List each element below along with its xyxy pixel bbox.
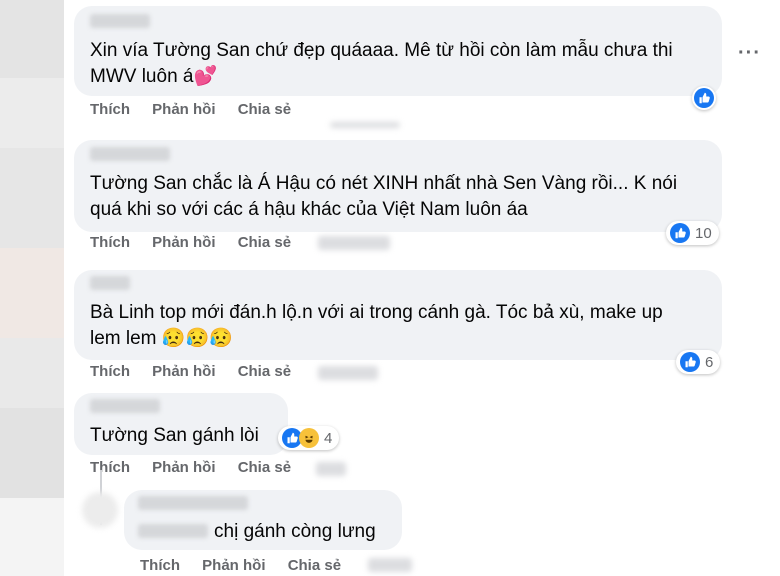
timestamp[interactable] [316,462,346,476]
like-link[interactable]: Thích [140,557,180,574]
reaction-summary[interactable]: 4 [278,426,340,450]
reaction-summary[interactable]: 6 [676,350,721,374]
reaction-count: 4 [324,429,333,447]
comment-text-line: Xin vía Tường San chứ đẹp quáaaa. Mê từ … [90,40,673,61]
avatar[interactable] [82,492,118,528]
like-link[interactable]: Thích [90,101,130,118]
comment-text-line: MWV luôn á💕 [90,66,218,87]
more-options-icon[interactable]: ··· [738,42,761,65]
timestamp[interactable] [368,558,412,572]
comment-text-line: Tường San chắc là Á Hậu có nét XINH nhất… [90,173,678,194]
timestamp[interactable] [318,236,390,250]
comment-actions: Thích Phản hồi Chia sẻ [90,363,309,380]
timestamp[interactable] [330,122,400,128]
reaction-count: 6 [705,353,714,371]
reply-link[interactable]: Phản hồi [152,459,215,476]
reply-link[interactable]: Phản hồi [202,557,265,574]
comment-text-line: Bà Linh top mới đán.h lộ.n với ai trong … [90,302,663,323]
reply-link[interactable]: Phản hồi [152,234,215,251]
reply-actions: Thích Phản hồi Chia sẻ [140,557,359,574]
timestamp[interactable] [318,366,378,380]
like-link[interactable]: Thích [90,234,130,251]
commenter-name[interactable] [90,147,170,161]
comment-text-line: lem lem 😥😥😥 [90,328,233,349]
like-reaction-icon [694,88,714,108]
comment-text-line: Tường San gánh lòi [90,425,259,446]
reply-link[interactable]: Phản hồi [152,101,215,118]
comment-actions: Thích Phản hồi Chia sẻ [90,101,309,118]
reaction-count: 10 [695,224,712,242]
share-link[interactable]: Chia sẻ [238,459,291,476]
share-link[interactable]: Chia sẻ [238,363,291,380]
like-reaction-icon [670,223,690,243]
like-link[interactable]: Thích [90,459,130,476]
commenter-name[interactable] [138,496,248,510]
commenter-name[interactable] [90,276,130,290]
comment-actions: Thích Phản hồi Chia sẻ [90,459,309,476]
haha-reaction-icon [299,428,319,448]
left-avatar-strip [0,0,64,576]
tagged-name[interactable] [138,524,208,538]
like-link[interactable]: Thích [90,363,130,380]
reply-link[interactable]: Phản hồi [152,363,215,380]
comment-actions: Thích Phản hồi Chia sẻ [90,234,309,251]
reply-text: chị gánh còng lưng [214,521,376,542]
commenter-name[interactable] [90,399,160,413]
like-reaction-icon [680,352,700,372]
reaction-summary[interactable] [692,86,716,110]
share-link[interactable]: Chia sẻ [238,101,291,118]
commenter-name[interactable] [90,14,150,28]
share-link[interactable]: Chia sẻ [288,557,341,574]
share-link[interactable]: Chia sẻ [238,234,291,251]
reaction-summary[interactable]: 10 [666,221,719,245]
comment-text-line: quá khi so với các á hậu khác của Việt N… [90,199,528,220]
